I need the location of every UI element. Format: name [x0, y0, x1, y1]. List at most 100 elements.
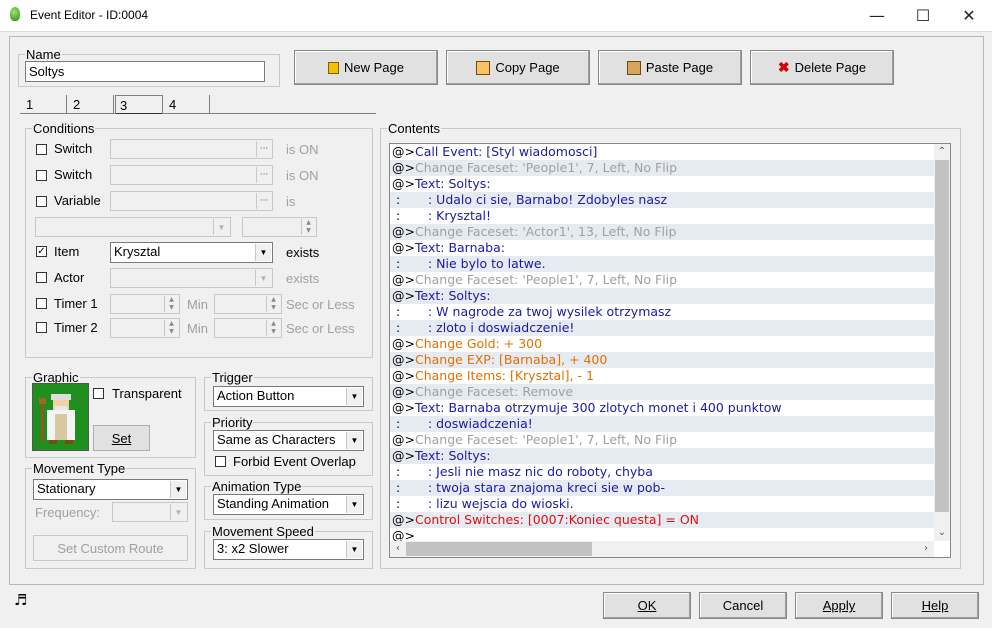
command-prefix: @> — [392, 160, 415, 175]
command-line[interactable]: @>Change Gold: + 300 — [390, 336, 950, 352]
item-select-value: Krysztal — [114, 244, 161, 259]
switch2-browse-button[interactable]: ··· — [256, 167, 271, 183]
command-line[interactable]: : : Nie bylo to latwe. — [390, 256, 950, 272]
variable-browse-button[interactable]: ··· — [256, 193, 271, 209]
command-line[interactable]: @>Change Items: [Krysztal], - 1 — [390, 368, 950, 384]
command-line[interactable]: : : twoja stara znajoma kreci sie w pob- — [390, 480, 950, 496]
scroll-left-icon[interactable]: ‹ — [390, 541, 406, 557]
command-line[interactable]: @>Text: Barnaba otrzymuje 300 zlotych mo… — [390, 400, 950, 416]
tab-3[interactable]: 3 — [115, 95, 163, 114]
forbid-overlap-checkbox[interactable] — [215, 456, 226, 467]
chevron-down-icon: ▼ — [346, 388, 362, 405]
command-line[interactable]: @>Change Faceset: 'Actor1', 13, Left, No… — [390, 224, 950, 240]
switch1-checkbox[interactable] — [36, 144, 47, 155]
tab-1[interactable]: 1 — [22, 95, 67, 114]
item-select[interactable]: Krysztal ▼ — [110, 242, 273, 263]
minimize-button[interactable]: — — [854, 0, 900, 31]
apply-button[interactable]: Apply — [795, 592, 883, 619]
ok-button[interactable]: OK — [603, 592, 691, 619]
command-line[interactable]: @>Change Faceset: 'People1', 7, Left, No… — [390, 272, 950, 288]
variable-operator-select[interactable]: ▼ — [35, 217, 231, 237]
command-line[interactable]: @>Call Event: [Styl wiadomosci] — [390, 144, 950, 160]
switch2-checkbox[interactable] — [36, 170, 47, 181]
movement-type-select[interactable]: Stationary ▼ — [33, 479, 188, 500]
movement-speed-select[interactable]: 3: x2 Slower ▼ — [213, 539, 364, 560]
variable-checkbox[interactable] — [36, 196, 47, 207]
variable-field[interactable]: ··· — [110, 191, 273, 211]
vertical-scroll-thumb[interactable] — [935, 160, 949, 512]
command-line[interactable]: @>Change Faceset: Remove — [390, 384, 950, 400]
timer2-min-label: Min — [187, 321, 208, 336]
tab-4[interactable]: 4 — [165, 95, 210, 114]
scroll-down-icon[interactable]: ⌄ — [934, 525, 950, 541]
animation-type-select[interactable]: Standing Animation ▼ — [213, 494, 364, 515]
command-line[interactable]: : : Udalo ci sie, Barnabo! Zdobyles nasz — [390, 192, 950, 208]
event-commands-list[interactable]: @>Call Event: [Styl wiadomosci] @>Change … — [389, 143, 951, 558]
variable-label: Variable — [54, 193, 101, 208]
command-text: Text: Barnaba: — [414, 240, 505, 255]
name-label: Name — [26, 47, 61, 62]
timer1-label: Timer 1 — [54, 296, 98, 311]
command-line[interactable]: @>Text: Barnaba: — [390, 240, 950, 256]
horizontal-scrollbar[interactable]: ‹ › — [390, 541, 934, 557]
command-line[interactable]: @>Control Switches: [0007:Koniec questa]… — [390, 512, 950, 528]
name-input[interactable]: Soltys — [25, 61, 265, 82]
command-line[interactable]: : : doswiadczenia! — [390, 416, 950, 432]
command-line[interactable]: : : W nagrode za twoj wysilek otrzymasz — [390, 304, 950, 320]
timer2-checkbox[interactable] — [36, 322, 47, 333]
set-custom-route-button[interactable]: Set Custom Route — [33, 535, 188, 561]
actor-select[interactable]: ▼ — [110, 268, 273, 288]
timer1-min-spinner[interactable]: ▲ ▼ — [110, 294, 180, 314]
timer1-sec-spinner[interactable]: ▲ ▼ — [214, 294, 282, 314]
paste-page-button[interactable]: Paste Page — [598, 50, 742, 85]
command-line[interactable]: : : Jesli nie masz nic do roboty, chyba — [390, 464, 950, 480]
actor-checkbox[interactable] — [36, 272, 47, 283]
scroll-right-icon[interactable]: › — [918, 541, 934, 557]
command-line[interactable]: @>Text: Soltys: — [390, 448, 950, 464]
delete-page-button[interactable]: ✖ Delete Page — [750, 50, 894, 85]
vertical-scrollbar[interactable]: ⌃ ⌄ — [934, 144, 950, 541]
horizontal-scroll-thumb[interactable] — [406, 542, 592, 556]
item-checkbox[interactable]: ✓ — [36, 246, 47, 257]
switch2-field[interactable]: ··· — [110, 165, 273, 185]
new-page-button[interactable]: New Page — [294, 50, 438, 85]
scroll-up-icon[interactable]: ⌃ — [934, 144, 950, 160]
command-text: Text: Soltys: — [414, 448, 491, 463]
maximize-button[interactable]: ☐ — [900, 0, 946, 31]
command-line[interactable]: @>Change Faceset: 'People1', 7, Left, No… — [390, 160, 950, 176]
music-note-icon[interactable]: ♬ — [14, 591, 27, 609]
frequency-select[interactable]: ▼ — [112, 502, 188, 522]
timer2-sec-spinner[interactable]: ▲ ▼ — [214, 318, 282, 338]
command-prefix: : — [392, 256, 401, 271]
command-text: Change Gold: + 300 — [414, 336, 543, 351]
help-button[interactable]: Help — [891, 592, 979, 619]
window-title: Event Editor - ID:0004 — [30, 8, 149, 22]
command-line[interactable]: @>Change Faceset: 'People1', 7, Left, No… — [390, 432, 950, 448]
priority-select[interactable]: Same as Characters ▼ — [213, 430, 364, 451]
copy-page-label: Copy Page — [495, 60, 560, 75]
variable-value-spinner[interactable]: ▲ ▼ — [242, 217, 317, 237]
command-line[interactable]: @>Change EXP: [Barnaba], + 400 — [390, 352, 950, 368]
transparent-checkbox[interactable] — [93, 388, 104, 399]
command-line[interactable]: : : zloto i doswiadczenie! — [390, 320, 950, 336]
cancel-button[interactable]: Cancel — [699, 592, 787, 619]
copy-page-button[interactable]: Copy Page — [446, 50, 590, 85]
timer1-sec-label: Sec or Less — [286, 297, 355, 312]
trigger-select[interactable]: Action Button ▼ — [213, 386, 364, 407]
command-line[interactable]: @>Text: Soltys: — [390, 288, 950, 304]
tab-2[interactable]: 2 — [69, 95, 114, 114]
command-line[interactable]: : : lizu wejscia do wioski. — [390, 496, 950, 512]
timer1-checkbox[interactable] — [36, 298, 47, 309]
command-line[interactable]: : : Krysztal! — [390, 208, 950, 224]
set-graphic-button[interactable]: Set — [93, 425, 150, 451]
event-graphic-preview[interactable] — [32, 383, 89, 451]
switch1-browse-button[interactable]: ··· — [256, 141, 271, 157]
timer2-min-spinner[interactable]: ▲ ▼ — [110, 318, 180, 338]
spinner-arrows-icon: ▲ ▼ — [164, 320, 178, 336]
paste-page-label: Paste Page — [645, 60, 714, 75]
command-text: Text: Soltys: — [414, 288, 491, 303]
close-button[interactable]: ✕ — [946, 0, 992, 31]
command-line[interactable]: @>Text: Soltys: — [390, 176, 950, 192]
transparent-label: Transparent — [112, 386, 182, 401]
switch1-field[interactable]: ··· — [110, 139, 273, 159]
